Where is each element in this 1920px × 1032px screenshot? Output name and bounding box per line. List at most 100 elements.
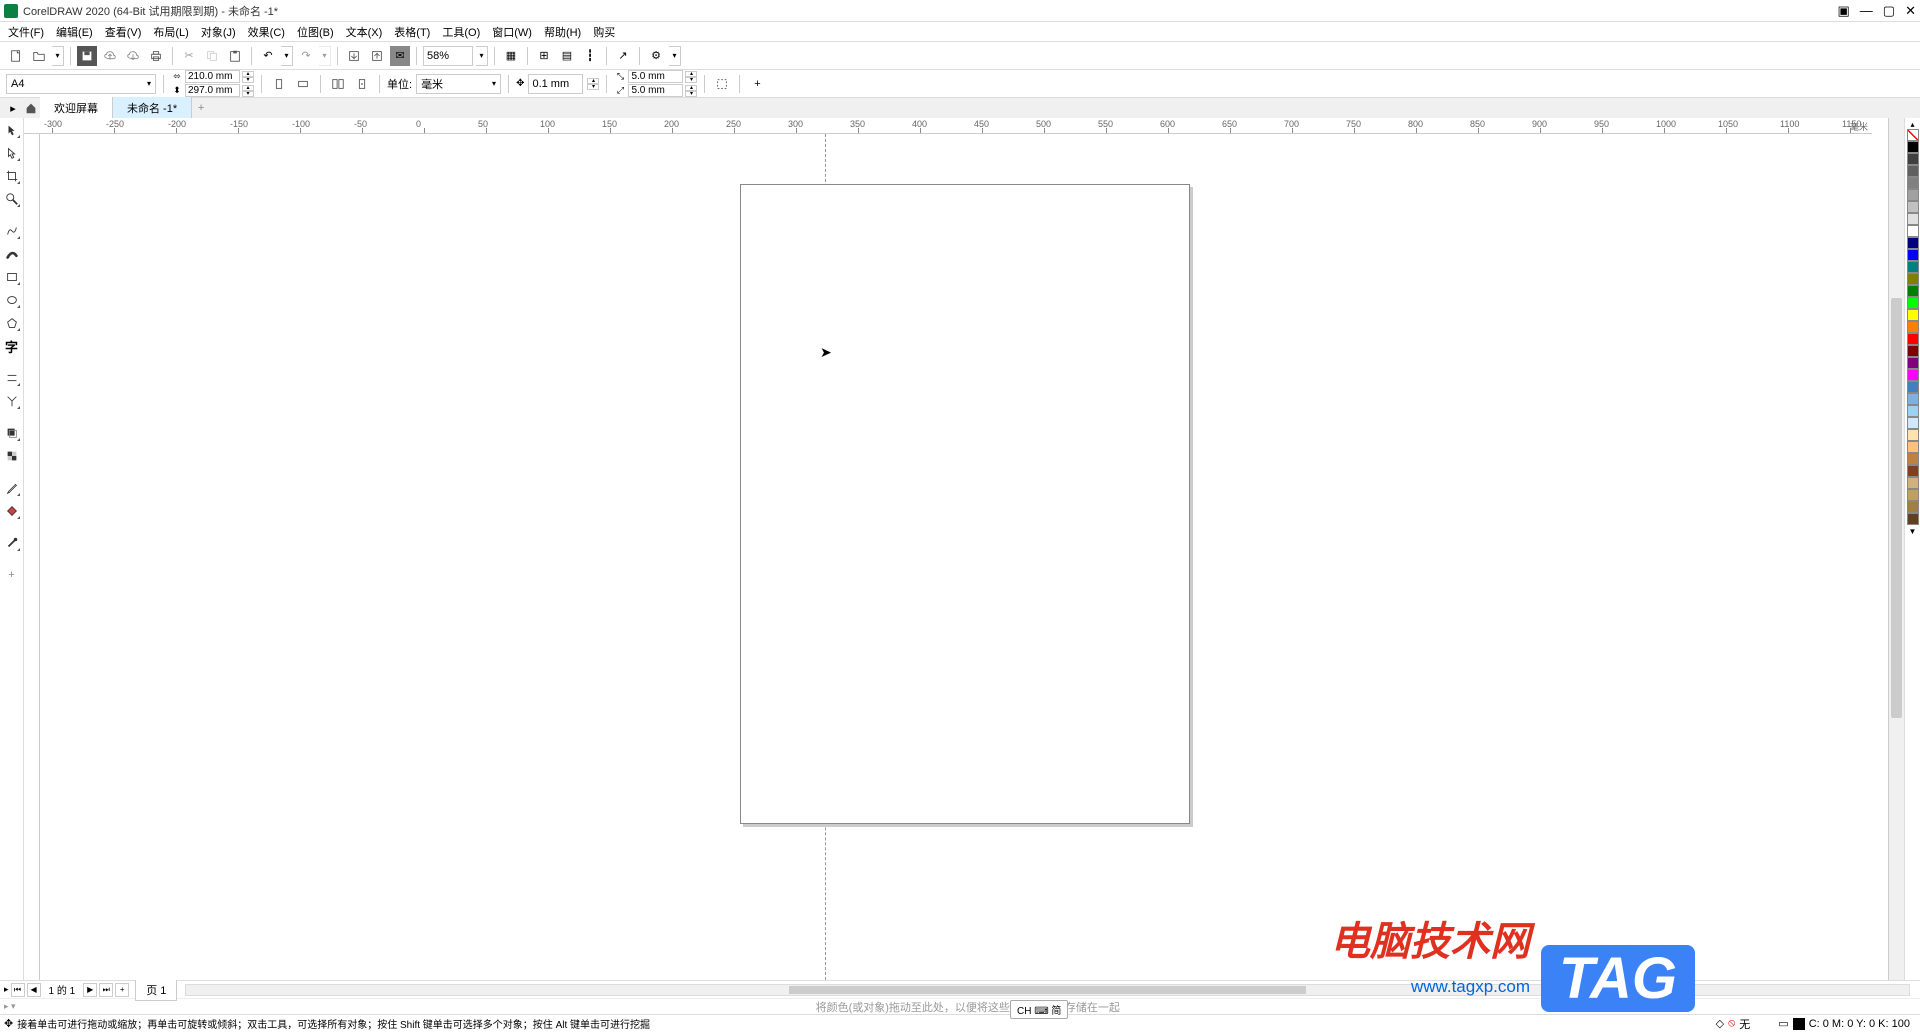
page-size-combo[interactable]: A4 ▾ (6, 74, 156, 94)
menu-text[interactable]: 文本(X) (340, 22, 389, 42)
page-width-input[interactable] (185, 70, 240, 83)
color-swatch[interactable] (1907, 441, 1919, 453)
close-button[interactable]: ✕ (1905, 3, 1916, 19)
page-height-input[interactable] (185, 84, 240, 97)
color-swatch[interactable] (1907, 321, 1919, 333)
minimize-button[interactable]: — (1860, 3, 1873, 19)
color-swatch[interactable] (1907, 189, 1919, 201)
menu-buy[interactable]: 购买 (587, 22, 621, 42)
color-swatch[interactable] (1907, 477, 1919, 489)
add-page-button[interactable]: + (115, 983, 129, 997)
new-button[interactable] (6, 46, 26, 66)
drawing-canvas[interactable]: ➤ (40, 134, 1872, 980)
grid-button[interactable]: ▤ (557, 46, 577, 66)
parallel-dim-tool[interactable] (2, 368, 22, 388)
ime-indicator[interactable]: CH ⌨ 简 (1010, 1000, 1068, 1019)
menu-effects[interactable]: 效果(C) (242, 22, 291, 42)
color-swatch[interactable] (1907, 213, 1919, 225)
maximize-button[interactable]: ▢ (1883, 3, 1895, 19)
current-page-button[interactable] (352, 74, 372, 94)
units-combo[interactable]: 毫米 ▾ (416, 74, 501, 94)
outline-pen-tool[interactable] (2, 533, 22, 553)
prev-page-button[interactable]: ◀ (27, 983, 41, 997)
menu-bitmaps[interactable]: 位图(B) (291, 22, 340, 42)
add-preset-button[interactable]: + (747, 74, 767, 94)
duplicate-x-input[interactable] (628, 70, 683, 83)
palette-down-icon[interactable]: ▼ (1907, 527, 1919, 537)
treat-as-filled-button[interactable] (712, 74, 732, 94)
fill-tool[interactable] (2, 501, 22, 521)
transparency-tool[interactable] (2, 446, 22, 466)
open-button[interactable] (29, 46, 49, 66)
export-button[interactable] (367, 46, 387, 66)
tab-document1[interactable]: 未命名 -1* (113, 97, 192, 119)
color-swatch[interactable] (1907, 513, 1919, 525)
color-swatch[interactable] (1907, 345, 1919, 357)
drop-shadow-tool[interactable] (2, 423, 22, 443)
color-swatch[interactable] (1907, 465, 1919, 477)
vscroll-thumb[interactable] (1891, 298, 1902, 718)
shape-tool[interactable] (2, 143, 22, 163)
freehand-tool[interactable] (2, 221, 22, 241)
color-swatch[interactable] (1907, 357, 1919, 369)
menu-object[interactable]: 对象(J) (195, 22, 242, 42)
width-down[interactable]: ▾ (242, 77, 254, 83)
color-swatch[interactable] (1907, 309, 1919, 321)
ellipse-tool[interactable] (2, 290, 22, 310)
landscape-button[interactable] (293, 74, 313, 94)
undo-button[interactable]: ↶ (258, 46, 278, 66)
color-swatch[interactable] (1907, 261, 1919, 273)
outline-indicator-icon[interactable]: ▭ (1778, 1017, 1788, 1030)
tab-add-button[interactable]: + (192, 102, 210, 114)
duplicate-y-input[interactable] (628, 84, 683, 97)
color-swatch[interactable] (1907, 273, 1919, 285)
last-page-button[interactable]: ⏭ (99, 983, 113, 997)
menu-help[interactable]: 帮助(H) (538, 22, 587, 42)
color-swatch[interactable] (1907, 501, 1919, 513)
menu-file[interactable]: 文件(F) (2, 22, 50, 42)
redo-button[interactable]: ↷ (296, 46, 316, 66)
color-swatch[interactable] (1907, 429, 1919, 441)
guides-button[interactable]: ┇ (580, 46, 600, 66)
vertical-ruler[interactable] (24, 134, 40, 980)
color-swatch[interactable] (1907, 153, 1919, 165)
nudge-down[interactable]: ▾ (587, 84, 599, 90)
pick-tool[interactable] (2, 120, 22, 140)
menu-layout[interactable]: 布局(L) (147, 22, 194, 42)
menu-view[interactable]: 查看(V) (99, 22, 148, 42)
palette-flyout-icon[interactable]: ▸ ▾ (4, 1001, 16, 1012)
undo-dropdown[interactable]: ▾ (281, 46, 293, 66)
menu-window[interactable]: 窗口(W) (486, 22, 538, 42)
height-down[interactable]: ▾ (242, 91, 254, 97)
zoom-dropdown[interactable]: ▾ (476, 46, 488, 66)
hscroll-thumb[interactable] (789, 986, 1306, 994)
options-dropdown[interactable]: ▾ (669, 46, 681, 66)
vertical-scrollbar[interactable] (1888, 118, 1904, 980)
color-swatch[interactable] (1907, 249, 1919, 261)
color-swatch[interactable] (1907, 369, 1919, 381)
color-swatch[interactable] (1907, 177, 1919, 189)
artistic-media-tool[interactable] (2, 244, 22, 264)
paste-button[interactable] (225, 46, 245, 66)
cloud-upload-button[interactable] (100, 46, 120, 66)
color-swatch[interactable] (1907, 225, 1919, 237)
import-button[interactable] (344, 46, 364, 66)
redo-dropdown[interactable]: ▾ (319, 46, 331, 66)
color-swatch[interactable] (1907, 165, 1919, 177)
layout-toggle-icon[interactable]: ▣ (1838, 3, 1850, 19)
menu-table[interactable]: 表格(T) (388, 22, 436, 42)
polygon-tool[interactable] (2, 313, 22, 333)
text-tool[interactable]: 字 (2, 336, 22, 356)
eyedropper-tool[interactable] (2, 478, 22, 498)
cloud-download-button[interactable] (123, 46, 143, 66)
color-swatch[interactable] (1907, 381, 1919, 393)
cut-button[interactable]: ✂ (179, 46, 199, 66)
open-dropdown[interactable]: ▾ (52, 46, 64, 66)
color-swatch[interactable] (1907, 285, 1919, 297)
copy-button[interactable] (202, 46, 222, 66)
zoom-level-input[interactable] (423, 46, 473, 66)
palette-up-icon[interactable]: ▴ (1910, 120, 1914, 129)
options-button[interactable]: ⚙ (646, 46, 666, 66)
no-color-swatch[interactable] (1907, 129, 1919, 141)
next-page-button[interactable]: ▶ (83, 983, 97, 997)
